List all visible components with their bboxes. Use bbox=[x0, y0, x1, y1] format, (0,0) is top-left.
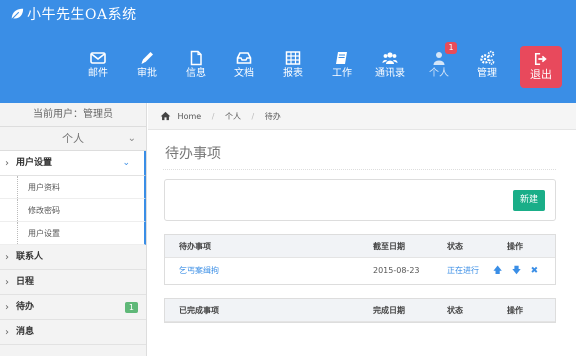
breadcrumb-personal[interactable]: 个人 bbox=[225, 112, 241, 121]
chevron-right-icon: › bbox=[5, 158, 9, 169]
main-content: Home / 个人 / 待办 待办事项 新建 待办事项 截至日期 状态 操作 乞… bbox=[148, 103, 576, 356]
sidebar-item-label: 消息 bbox=[16, 327, 35, 337]
inbox-icon bbox=[236, 52, 252, 64]
nav-admin-label: 管理 bbox=[477, 68, 497, 79]
table-header: 待办事项 截至日期 状态 操作 bbox=[165, 235, 555, 258]
table-header: 已完成事项 完成日期 状态 操作 bbox=[165, 299, 555, 322]
breadcrumb-separator: / bbox=[251, 112, 255, 121]
pencil-icon bbox=[141, 52, 153, 64]
nav-work-label: 工作 bbox=[332, 68, 352, 79]
file-icon bbox=[190, 50, 202, 66]
nav-reports-label: 报表 bbox=[283, 68, 303, 79]
toolbar-panel: 新建 bbox=[164, 179, 556, 221]
col-header-done-date: 完成日期 bbox=[373, 306, 405, 315]
nav-documents[interactable]: 文档 bbox=[224, 43, 264, 83]
sidebar-item-messages[interactable]: › 消息 bbox=[0, 320, 146, 345]
todo-deadline: 2015-08-23 bbox=[373, 266, 420, 275]
sidebar-subitem-user-profile[interactable]: 用户资料 bbox=[0, 176, 146, 199]
envelope-icon bbox=[90, 52, 106, 64]
book-icon bbox=[336, 52, 347, 64]
chevron-down-icon: ⌄ bbox=[127, 133, 136, 144]
nav-documents-label: 文档 bbox=[234, 68, 254, 79]
sidebar-section-title: 个人 bbox=[62, 132, 84, 145]
sidebar-item-label: 用户设置 bbox=[16, 158, 53, 168]
breadcrumb-separator: / bbox=[211, 112, 215, 121]
notification-badge: 1 bbox=[445, 42, 457, 54]
nav-work[interactable]: 工作 bbox=[322, 43, 362, 83]
logout-button[interactable]: 退出 bbox=[520, 46, 562, 88]
brand[interactable]: 小牛先生OA系统 bbox=[10, 4, 137, 24]
arrow-up-icon[interactable]: 🡅 bbox=[493, 258, 502, 284]
divider bbox=[163, 169, 556, 170]
table-icon bbox=[285, 51, 301, 65]
chevron-right-icon: › bbox=[5, 252, 9, 263]
chevron-right-icon: › bbox=[5, 327, 9, 338]
nav-admin[interactable]: 管理 bbox=[467, 43, 507, 83]
logout-label: 退出 bbox=[530, 68, 552, 81]
arrow-down-icon[interactable]: 🡇 bbox=[512, 258, 521, 284]
app-header: 小牛先生OA系统 邮件 审批 信息 文档 报表 工作 通讯录 个人 1 管理 退… bbox=[0, 0, 576, 103]
row-actions: 🡅 🡇 ✖ bbox=[493, 258, 545, 284]
current-user: 当前用户：管理员 bbox=[0, 103, 146, 127]
chevron-right-icon: › bbox=[5, 302, 9, 313]
todo-table: 待办事项 截至日期 状态 操作 乞丐案缉拘 2015-08-23 正在进行 🡅 … bbox=[164, 234, 556, 285]
sidebar-item-label: 联系人 bbox=[16, 252, 44, 262]
breadcrumb: Home / 个人 / 待办 bbox=[148, 103, 576, 130]
leaf-icon bbox=[11, 8, 24, 20]
todo-item-link[interactable]: 乞丐案缉拘 bbox=[179, 258, 219, 284]
breadcrumb-current: 待办 bbox=[264, 112, 281, 121]
sidebar-item-todo[interactable]: › 待办 1 bbox=[0, 295, 146, 320]
col-header-deadline: 截至日期 bbox=[373, 242, 405, 251]
sidebar: 当前用户：管理员 个人 ⌄ › 用户设置 ⌄ 用户资料 修改密码 用户设置 › … bbox=[0, 103, 147, 356]
done-table: 已完成事项 完成日期 状态 操作 bbox=[164, 298, 556, 323]
sidebar-item-label: 日程 bbox=[16, 277, 35, 287]
page-title: 待办事项 bbox=[165, 146, 221, 162]
sidebar-item-label: 待办 bbox=[16, 302, 35, 312]
sidebar-item-schedule[interactable]: › 日程 bbox=[0, 270, 146, 295]
todo-count-badge: 1 bbox=[124, 302, 138, 313]
sign-out-icon bbox=[534, 52, 547, 66]
sidebar-item-contacts[interactable]: › 联系人 bbox=[0, 245, 146, 270]
top-nav: 邮件 审批 信息 文档 报表 工作 通讯录 个人 1 管理 退出 bbox=[0, 42, 576, 93]
nav-personal[interactable]: 个人 1 bbox=[419, 42, 459, 83]
nav-mail-label: 邮件 bbox=[88, 68, 108, 79]
nav-contacts-label: 通讯录 bbox=[375, 68, 405, 79]
chevron-right-icon: › bbox=[5, 277, 9, 288]
nav-approval-label: 审批 bbox=[137, 68, 157, 79]
col-header-done: 已完成事项 bbox=[179, 306, 219, 315]
sidebar-item-user-settings[interactable]: › 用户设置 ⌄ bbox=[0, 151, 146, 176]
col-header-status: 状态 bbox=[447, 306, 463, 315]
users-icon bbox=[382, 52, 398, 64]
sidebar-section-toggle[interactable]: 个人 ⌄ bbox=[0, 127, 146, 151]
table-row: 乞丐案缉拘 2015-08-23 正在进行 🡅 🡇 ✖ bbox=[165, 258, 555, 284]
nav-contacts[interactable]: 通讯录 bbox=[370, 43, 410, 83]
close-icon[interactable]: ✖ bbox=[531, 258, 539, 284]
nav-info-label: 信息 bbox=[186, 68, 206, 79]
col-header-status: 状态 bbox=[447, 242, 463, 251]
nav-personal-label: 个人 bbox=[429, 68, 449, 79]
nav-mail[interactable]: 邮件 bbox=[78, 43, 118, 83]
sidebar-subitem-user-settings[interactable]: 用户设置 bbox=[0, 222, 146, 245]
nav-reports[interactable]: 报表 bbox=[273, 43, 313, 83]
breadcrumb-home[interactable]: Home bbox=[178, 112, 202, 121]
sidebar-subitem-change-password[interactable]: 修改密码 bbox=[0, 199, 146, 222]
app-title: 小牛先生OA系统 bbox=[27, 7, 137, 23]
nav-info[interactable]: 信息 bbox=[176, 43, 216, 83]
nav-approval[interactable]: 审批 bbox=[127, 43, 167, 83]
chevron-down-icon: ⌄ bbox=[122, 158, 130, 168]
new-todo-button[interactable]: 新建 bbox=[513, 190, 545, 211]
gears-icon bbox=[480, 50, 495, 65]
col-header-actions: 操作 bbox=[507, 306, 523, 315]
home-icon bbox=[160, 111, 171, 121]
col-header-actions: 操作 bbox=[507, 242, 523, 251]
col-header-todo: 待办事项 bbox=[179, 242, 211, 251]
todo-status: 正在进行 bbox=[447, 266, 479, 275]
